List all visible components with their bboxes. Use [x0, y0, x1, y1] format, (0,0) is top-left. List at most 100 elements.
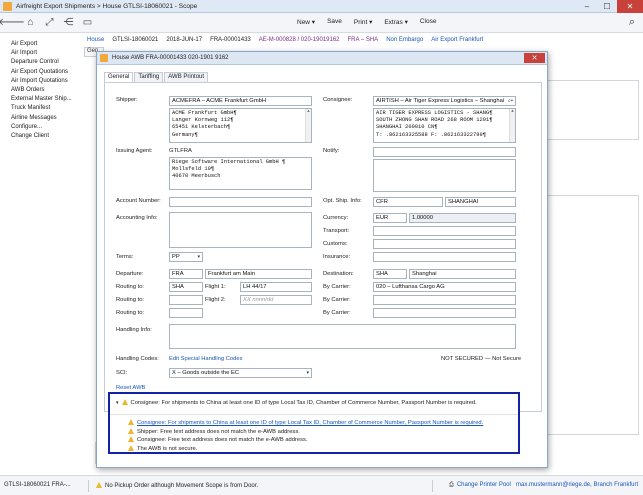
warning-separator [110, 414, 518, 415]
master-awb-link[interactable]: AE-M-000828 / 020-19019162 [259, 37, 340, 43]
new-menu[interactable]: New ▾ [297, 18, 315, 26]
customs-field[interactable] [373, 239, 516, 249]
warning-header[interactable]: ▾ Consignee: For shipments to China at le… [116, 399, 477, 406]
close-window-button[interactable]: ✕ [617, 0, 643, 13]
nav-item-awb-orders[interactable]: AWB Orders [11, 86, 84, 95]
agent-line: Mollsfeld 10¶ [172, 166, 215, 173]
routing-to-1-field[interactable]: SHA [169, 282, 203, 292]
terms-select[interactable]: PP ▾ [169, 252, 203, 262]
reset-awb-link[interactable]: Reset AWB [116, 385, 145, 391]
issuing-agent-address[interactable]: Riege Software International GmbH ¶ Moll… [169, 157, 312, 190]
accounting-info-field[interactable] [169, 212, 312, 248]
title-bar: Airfreight Export Shipments > House GTLS… [0, 0, 643, 13]
shipper-field[interactable]: ACMEFRA – ACME Frankfurt GmbH [169, 96, 312, 106]
tab-general[interactable]: General [104, 72, 134, 82]
left-navigation: Air Export Air Import Departure Control … [0, 33, 84, 473]
transport-field[interactable] [373, 226, 516, 236]
opt-ship-info-code[interactable]: CFR [373, 197, 443, 207]
consignee-address[interactable]: AIR TIGER EXPRESS LOGISTICS - SHANG¶ SOU… [373, 108, 516, 143]
destination-name[interactable]: Shanghai [409, 269, 516, 279]
inbox-icon[interactable]: ▭ [82, 16, 93, 28]
accounting-info-label: Accounting Info: [116, 215, 158, 221]
edit-handling-codes-link[interactable]: Edit Special Handling Codes [169, 356, 242, 362]
change-printer-pool-link[interactable]: ⎙ Change Printer Pool [449, 482, 511, 489]
route-link[interactable]: FRA – SHA [348, 37, 379, 43]
flight-1-field[interactable]: LH 44/17 [240, 282, 312, 292]
handling-info-label: Handling Info: [116, 327, 152, 333]
consignee-field[interactable]: AIRTISH – Air Tiger Express Logistics – … [373, 96, 516, 106]
search-icon[interactable]: ⌕ [629, 16, 635, 29]
nav-item-air-export[interactable]: Air Export [11, 40, 84, 49]
notify-address[interactable] [373, 159, 516, 192]
nav-item-air-import-quotations[interactable]: Air Import Quotations [11, 77, 84, 86]
maximize-button[interactable]: ☐ [597, 0, 617, 13]
nav-item-departure-control[interactable]: Departure Control [11, 58, 84, 67]
routing-to-3-field[interactable] [169, 308, 203, 318]
routing-to-1-label: Routing to: [116, 284, 145, 290]
dialog-close-button[interactable]: ✕ [524, 53, 545, 63]
issuing-agent-code: GTLFRA [169, 148, 192, 154]
by-carrier-3-field[interactable] [373, 308, 516, 318]
nav-item-external-master[interactable]: External Master Ship... [11, 95, 84, 104]
routing-to-3-label: Routing to: [116, 310, 145, 316]
station-link[interactable]: Air Export Frankfurt [431, 37, 483, 43]
handling-codes-label: Handling Codes: [116, 356, 159, 362]
consignee-line: SOUTH ZHONG SHAN ROAD 268 ROOM 1201¶ [376, 117, 493, 124]
shipper-scrollbar[interactable]: ▲ [305, 109, 311, 142]
issuing-agent-label: Issuing Agent: [116, 148, 153, 154]
destination-label: Destination: [323, 271, 354, 277]
flight-2-field[interactable]: XX nnnn/dd [240, 295, 312, 305]
notify-field[interactable] [373, 147, 516, 157]
home-icon[interactable]: ⌂ [25, 16, 36, 28]
nav-item-change-client[interactable]: Change Client [11, 132, 84, 141]
nav-item-configure[interactable]: Configure... [11, 123, 84, 132]
status-divider [432, 480, 433, 492]
collapse-icon[interactable]: ▾ [116, 400, 119, 406]
currency-label: Currency: [323, 215, 349, 221]
departure-name[interactable]: Frankfurt am Main [205, 269, 312, 279]
extras-menu[interactable]: Extras ▾ [384, 18, 408, 26]
warning-item-link[interactable]: Consignee: For shipments to China at lea… [137, 420, 483, 426]
currency-code[interactable]: EUR [373, 213, 407, 223]
user-info-link[interactable]: max.mustermann@riege.de, Branch Frankfur… [516, 482, 638, 488]
house-date: 2018-JUN-17 [166, 37, 203, 43]
handling-info-field[interactable] [169, 324, 516, 349]
house-link[interactable]: House [87, 37, 104, 43]
agent-line: 40670 Meerbusch [172, 173, 221, 180]
destination-code[interactable]: SHA [373, 269, 407, 279]
opt-ship-info-city[interactable]: SHANGHAI [445, 197, 516, 207]
nav-item-truck-manifest[interactable]: Truck Manifest [11, 104, 84, 113]
nav-item-air-import[interactable]: Air Import [11, 49, 84, 58]
status-warning-text: No Pickup Order although Movement Scope … [105, 483, 259, 489]
nav-item-airline-messages[interactable]: Airline Messages [11, 114, 84, 123]
by-carrier-2-field[interactable] [373, 295, 516, 305]
close-button[interactable]: Close [420, 18, 437, 26]
consignee-scrollbar[interactable]: ▲ [509, 109, 515, 142]
warning-icon [128, 436, 134, 442]
print-menu[interactable]: Print ▾ [354, 18, 372, 26]
expand-icon[interactable]: ⤢ [44, 16, 55, 28]
sci-select[interactable]: X – Goods outside the EC ▾ [169, 368, 312, 378]
tab-awb-printout[interactable]: AWB Printout [164, 72, 209, 82]
routing-to-2-field[interactable] [169, 295, 203, 305]
transport-label: Transport: [323, 228, 350, 234]
tab-tariffing[interactable]: Tariffing [134, 72, 164, 82]
save-button[interactable]: Save [327, 18, 342, 26]
account-number-field[interactable] [169, 197, 312, 207]
chevron-down-icon: ▾ [197, 254, 200, 260]
back-arrow-icon[interactable]: 🡐 [0, 16, 25, 28]
shipper-address[interactable]: ACME Frankfurt GmbH¶ Langer Kornweg 112¶… [169, 108, 312, 143]
warning-icon [128, 444, 134, 451]
dialog-title-bar: House AWB FRA-00001433 020-1901 9162 ✕ [97, 52, 547, 65]
by-carrier-2-label: By Carrier: [323, 297, 351, 303]
minimize-button[interactable]: – [577, 0, 597, 13]
warning-item[interactable]: Consignee: For shipments to China at lea… [128, 419, 483, 426]
departure-code[interactable]: FRA [169, 269, 203, 279]
insurance-field[interactable] [373, 252, 516, 262]
by-carrier-1-field[interactable]: 020 – Lufthansa Cargo AG [373, 282, 516, 292]
shipper-line: Germany¶ [172, 131, 198, 138]
share-icon[interactable]: ⋲ [63, 16, 74, 28]
printer-icon: ⎙ [449, 482, 454, 488]
consignee-lookup-icon[interactable]: ⌕▾ [508, 97, 513, 105]
nav-item-air-export-quotations[interactable]: Air Export Quotations [11, 68, 84, 77]
